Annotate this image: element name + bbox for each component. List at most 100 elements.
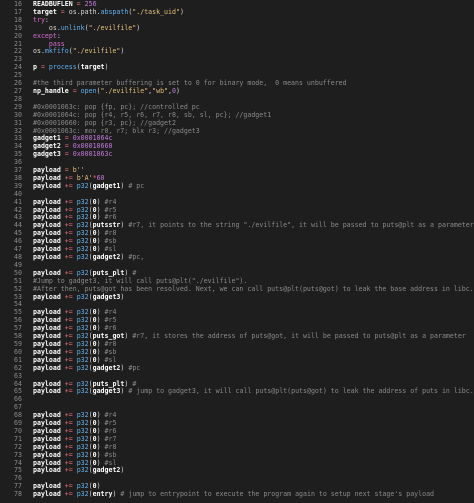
code-line[interactable]: 62 payload += p32(gadget2) #pc [0,363,474,373]
code-token: += [60,197,77,206]
code-token: gadget3 [33,150,61,159]
code-line[interactable]: 22 os.mkfifo("./evilfile") [0,47,474,56]
code-token: payload [33,332,61,341]
code-token: "wb" [152,86,169,95]
code-line[interactable]: 27 np_handle = open("./evilfile","wb",0) [0,86,474,96]
code-line[interactable]: 39 payload += p32(gadget1) # pc [0,181,474,191]
code-text: payload += p32(gadget3) # jump to gadget… [22,387,474,396]
code-token: ) [176,86,180,95]
code-token: READBUFLEN [33,0,73,8]
code-token: += [60,229,77,238]
code-text: payload += p32(gadget2) [22,467,124,475]
code-token: os.path. [68,7,101,16]
code-token: += [60,292,77,301]
code-token: += [60,482,77,491]
code-token: += [60,426,77,435]
code-token: p32 [76,363,89,372]
code-token: pass [33,39,65,48]
code-token: # jump to gadget3, it will call puts@plt… [124,387,474,396]
code-line[interactable]: 65 payload += p32(gadget3) # jump to gadg… [0,387,474,396]
code-token: payload [33,363,61,372]
code-token: except [33,31,57,40]
code-token: += [60,355,77,364]
code-text: gadget3 = 0x0001063c [22,150,112,159]
code-token: #r4 [100,308,117,317]
code-token: #0x0001063c: mov r0, r7; blx r3; //gadge… [33,126,200,135]
code-line[interactable]: 17 target = os.path.abspath("./task_uid") [0,7,474,17]
code-token: payload [33,181,61,190]
code-token: payload [33,490,61,499]
code-token: gadget1 [92,181,121,190]
code-token: #r5 [100,419,117,428]
code-token: #r4 [100,411,117,420]
code-token: # [128,379,137,388]
code-token: payload [33,450,61,459]
code-token: mkfifo [44,47,69,56]
code-token: += [60,205,77,214]
code-token: payload [33,229,61,238]
code-token: gadget2 [92,363,121,372]
code-token: p32 [76,466,89,475]
code-token: payload [33,268,61,277]
code-token: os. [33,23,61,32]
code-token: p32 [76,490,89,499]
code-token: p32 [76,387,89,396]
code-token: open [80,86,97,95]
code-editor[interactable]: 16 READBUFLEN = 256 17 target = os.path.abs… [0,0,474,503]
code-token: += [60,173,77,182]
code-token: += [60,466,77,475]
code-token: : [44,15,49,24]
code-line[interactable]: 66 [0,395,474,404]
code-token: = [60,166,73,175]
code-token: 0x00010660 [72,142,113,151]
code-token: "./evilfile" [100,86,149,95]
code-token: # [128,268,137,277]
code-token: p32 [76,482,89,491]
code-token: += [60,419,77,428]
code-token: # pc [124,181,145,190]
code-token: : [56,31,61,40]
code-line[interactable]: 19 os.unlink("./evilfile") [0,23,474,33]
code-token: += [60,379,77,388]
code-text: payload += p32(gadget1) # pc [22,181,145,191]
code-token: puts_plt [92,379,125,388]
code-token: #sb [100,237,117,246]
code-token: "./evilfile" [88,23,137,32]
code-token: += [60,213,77,222]
code-token: #r7, it points to the string "./evilfile… [124,221,474,230]
code-line[interactable]: 75 payload += p32(gadget2) [0,467,474,475]
code-token: += [60,458,77,467]
code-token: payload [33,166,61,175]
code-token: putsstr [92,221,121,230]
code-token: gadget1 [33,134,61,143]
code-line[interactable]: 53 payload += p32(gadget3) [0,292,474,302]
code-token: payload [33,197,61,206]
code-line[interactable]: 35 gadget3 = 0x0001063c [0,150,474,159]
code-line[interactable]: 48 payload += p32(gadget2) #pc, [0,253,474,262]
line-number: 78 [14,490,22,499]
code-text: np_handle = open("./evilfile","wb",0) [22,86,180,96]
code-token: p32 [76,442,89,451]
code-text: payload += p32(gadget2) #pc [22,363,140,373]
code-token: 60 [96,173,105,182]
code-token: #sb [100,450,117,459]
code-token: #r5 [100,205,117,214]
code-token: payload [33,324,61,333]
code-token: #sl [100,245,117,254]
code-line[interactable]: 20 except: [0,31,474,41]
code-token: target [33,7,57,16]
code-token: p32 [76,355,89,364]
code-token: payload [33,253,61,261]
code-token: payload [33,387,61,396]
code-token: payload [33,316,61,325]
code-token: entry [92,490,113,499]
code-line[interactable]: 78 payload += p32(entry) # jump to entryp… [0,490,474,499]
code-token: p32 [76,458,89,467]
code-token: = [36,63,49,72]
code-line[interactable]: 24 p = process(target) [0,63,474,72]
